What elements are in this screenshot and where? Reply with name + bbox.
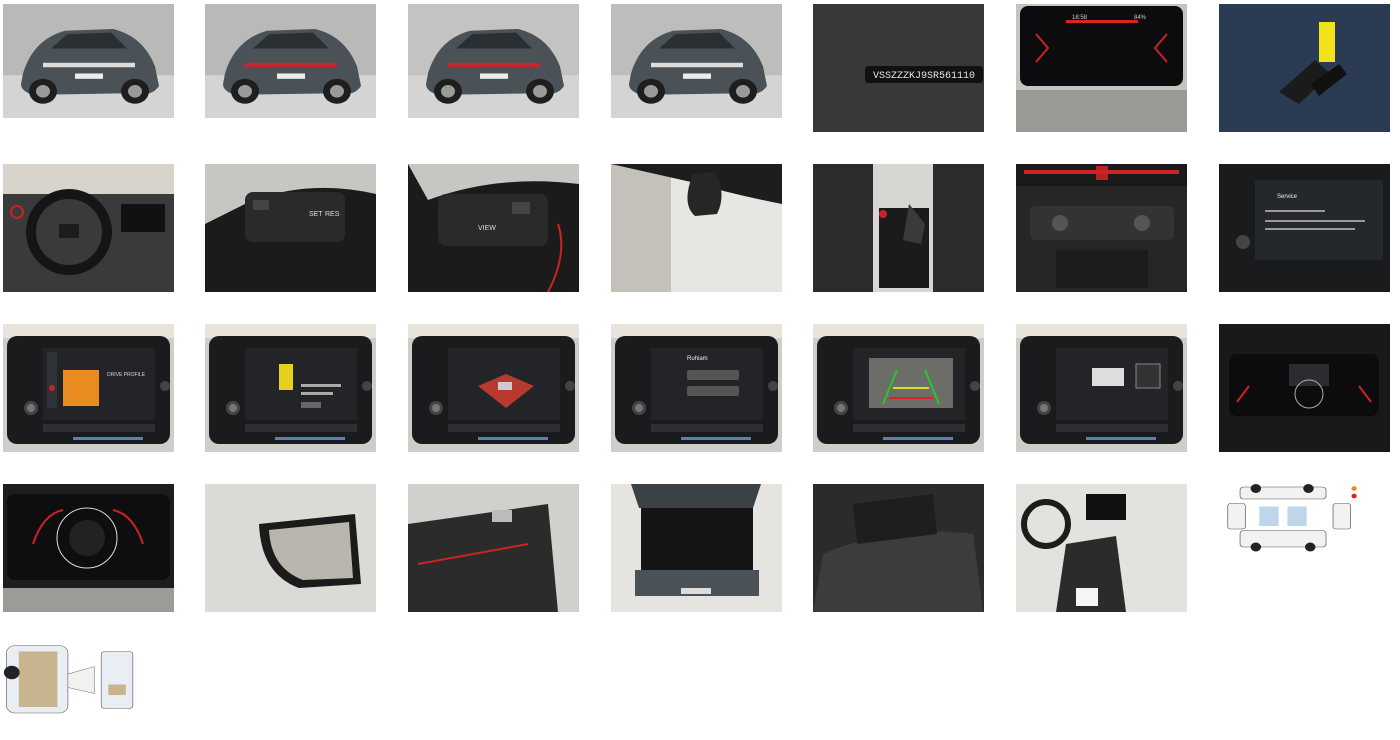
infotainment-rear-camera-photo[interactable] [813,324,984,452]
car-front-3-4-photo-image [3,4,174,118]
interior-front-seats-photo-image [1016,484,1187,612]
svg-text:SET: SET [309,211,323,218]
trunk-open-photo[interactable] [611,484,782,612]
car-rear-3-4-photo[interactable] [205,4,376,118]
car-front-side-photo[interactable] [611,4,782,118]
gear-selector-photo[interactable] [813,164,984,292]
rear-seats-photo-image [813,484,984,612]
trunk-open-photo-image [611,484,782,612]
steering-wheel-right-buttons-photo[interactable]: VIEW [408,164,579,292]
side-mirror-photo[interactable] [205,484,376,612]
climate-control-photo-image [1016,164,1187,292]
svg-text:84%: 84% [1134,15,1147,21]
infotainment-service-screen-photo-image: Service [1219,164,1390,292]
damage-diagram-exterior[interactable] [1219,484,1369,580]
door-panel-photo-image [408,484,579,612]
infotainment-call-screen-photo[interactable]: Ruhiam [611,324,782,452]
vin-plate-photo-image: VSSZZZKJ9SR561110 [813,4,984,132]
svg-text:18:58: 18:58 [1072,15,1088,21]
steering-wheel-left-buttons-photo[interactable]: SET RES [205,164,376,292]
digital-cockpit-gauges-photo[interactable] [3,484,174,612]
infotainment-park-assist-photo[interactable] [1016,324,1187,452]
windshield-mirror-photo-image [611,164,782,292]
vin-plate-photo[interactable]: VSSZZZKJ9SR561110 [813,4,984,132]
dashboard-steering-wheel-photo[interactable] [3,164,174,292]
instrument-cluster-photo[interactable]: 18:58 84% [1016,4,1187,132]
car-keys-photo[interactable] [1219,4,1390,132]
infotainment-charge-screen-photo-image [205,324,376,452]
infotainment-car-3d-screen-photo[interactable] [408,324,579,452]
digital-cockpit-photo-image [1219,324,1390,452]
damage-diagram-interior-image [3,644,153,740]
svg-text:Ruhiam: Ruhiam [687,356,708,362]
svg-text:RES: RES [325,211,340,218]
digital-cockpit-photo[interactable] [1219,324,1390,452]
infotainment-drive-mode-photo[interactable]: DRIVE PROFILE [3,324,174,452]
rear-seats-photo[interactable] [813,484,984,612]
svg-text:VIEW: VIEW [478,225,496,232]
interior-front-seats-photo[interactable] [1016,484,1187,612]
infotainment-service-screen-photo[interactable]: Service [1219,164,1390,292]
infotainment-call-screen-photo-image: Ruhiam [611,324,782,452]
digital-cockpit-gauges-photo-image [3,484,174,612]
door-panel-photo[interactable] [408,484,579,612]
infotainment-charge-screen-photo[interactable] [205,324,376,452]
svg-text:DRIVE PROFILE: DRIVE PROFILE [107,372,146,378]
infotainment-park-assist-photo-image [1016,324,1187,452]
damage-diagram-exterior-image [1219,484,1369,580]
photo-gallery: VSSZZZKJ9SR561110 18:58 84% SET RES VIEW… [0,0,1400,740]
side-mirror-photo-image [205,484,376,612]
instrument-cluster-photo-image: 18:58 84% [1016,4,1187,132]
damage-diagram-interior[interactable] [3,644,153,740]
car-rear-3-4-photo-image [205,4,376,118]
steering-wheel-right-buttons-photo-image: VIEW [408,164,579,292]
car-rear-photo[interactable] [408,4,579,118]
svg-text:Service: Service [1277,194,1298,200]
car-keys-photo-image [1219,4,1390,132]
climate-control-photo[interactable] [1016,164,1187,292]
steering-wheel-left-buttons-photo-image: SET RES [205,164,376,292]
infotainment-car-3d-screen-photo-image [408,324,579,452]
car-front-side-photo-image [611,4,782,118]
car-rear-photo-image [408,4,579,118]
infotainment-drive-mode-photo-image: DRIVE PROFILE [3,324,174,452]
dashboard-steering-wheel-photo-image [3,164,174,292]
windshield-mirror-photo[interactable] [611,164,782,292]
infotainment-rear-camera-photo-image [813,324,984,452]
svg-text:VSSZZZKJ9SR561110: VSSZZZKJ9SR561110 [873,71,975,82]
gear-selector-photo-image [813,164,984,292]
car-front-3-4-photo[interactable] [3,4,174,118]
